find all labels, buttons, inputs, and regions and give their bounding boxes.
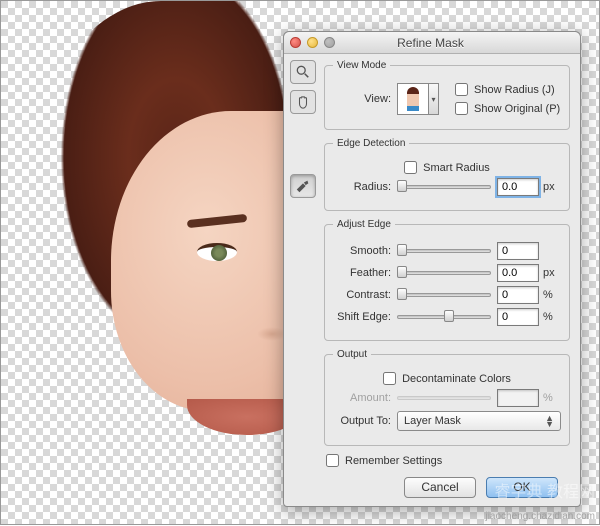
updown-icon: ▲▼ (545, 415, 554, 427)
edge-detection-section: Edge Detection Smart Radius Radius: px (324, 138, 570, 211)
shift-edge-label: Shift Edge: (333, 311, 391, 323)
decontaminate-label: Decontaminate Colors (402, 373, 511, 385)
smart-radius-label: Smart Radius (423, 162, 490, 174)
zoom-tool[interactable] (290, 60, 316, 84)
shift-edge-slider[interactable] (397, 310, 491, 324)
smooth-field[interactable] (497, 242, 539, 260)
brush-icon (295, 179, 311, 193)
edge-detection-legend: Edge Detection (333, 138, 409, 149)
contrast-slider[interactable] (397, 288, 491, 302)
show-original-label: Show Original (P) (474, 103, 560, 115)
contrast-field[interactable] (497, 286, 539, 304)
smart-radius-checkbox[interactable]: Smart Radius (404, 161, 490, 174)
remember-settings-checkbox[interactable]: Remember Settings (326, 454, 570, 467)
shift-edge-field[interactable] (497, 308, 539, 326)
amount-slider (397, 391, 491, 405)
radius-unit: px (543, 181, 561, 193)
smooth-slider[interactable] (397, 244, 491, 258)
view-mode-section: View Mode View: ▾ Show Radius (J) Show O… (324, 60, 570, 130)
adjust-edge-legend: Adjust Edge (333, 219, 395, 230)
feather-unit: px (543, 267, 561, 279)
watermark-logo: 睿字典 教程网 (495, 478, 595, 502)
feather-field[interactable] (497, 264, 539, 282)
view-mode-swatch[interactable] (397, 83, 429, 115)
amount-label: Amount: (333, 392, 391, 404)
show-radius-label: Show Radius (J) (474, 84, 555, 96)
contrast-label: Contrast: (333, 289, 391, 301)
canvas-photo (1, 1, 301, 526)
output-to-label: Output To: (333, 415, 391, 427)
hand-tool[interactable] (290, 90, 316, 114)
view-mode-dropdown[interactable]: ▾ (429, 83, 439, 115)
refine-mask-dialog: Refine Mask View Mode View: ▾ (283, 31, 581, 507)
magnifier-icon (296, 65, 310, 79)
decontaminate-checkbox[interactable]: Decontaminate Colors (383, 372, 511, 385)
view-label: View: (333, 93, 391, 105)
output-to-value: Layer Mask (404, 415, 461, 427)
cancel-button[interactable]: Cancel (404, 477, 476, 498)
refine-radius-tool[interactable] (290, 174, 316, 198)
show-original-checkbox[interactable]: Show Original (P) (455, 102, 560, 115)
output-section: Output Decontaminate Colors Amount: % Ou… (324, 349, 570, 446)
contrast-unit: % (543, 289, 561, 301)
watermark-url: jiaocheng.chazidian.com (485, 511, 595, 522)
adjust-edge-section: Adjust Edge Smooth: Feather: px Contrast… (324, 219, 570, 341)
feather-label: Feather: (333, 267, 391, 279)
output-legend: Output (333, 349, 371, 360)
titlebar: Refine Mask (284, 32, 580, 54)
feather-slider[interactable] (397, 266, 491, 280)
output-to-select[interactable]: Layer Mask ▲▼ (397, 411, 561, 431)
view-mode-legend: View Mode (333, 60, 390, 71)
amount-unit: % (543, 392, 561, 404)
radius-label: Radius: (333, 181, 391, 193)
smooth-label: Smooth: (333, 245, 391, 257)
window-zoom-button (324, 37, 335, 48)
show-radius-checkbox[interactable]: Show Radius (J) (455, 83, 560, 96)
window-minimize-button[interactable] (307, 37, 318, 48)
remember-settings-label: Remember Settings (345, 455, 442, 467)
dialog-title: Refine Mask (335, 36, 574, 50)
hand-icon (296, 95, 310, 109)
radius-slider[interactable] (397, 180, 491, 194)
radius-field[interactable] (497, 178, 539, 196)
amount-field (497, 389, 539, 407)
window-close-button[interactable] (290, 37, 301, 48)
shift-edge-unit: % (543, 311, 561, 323)
